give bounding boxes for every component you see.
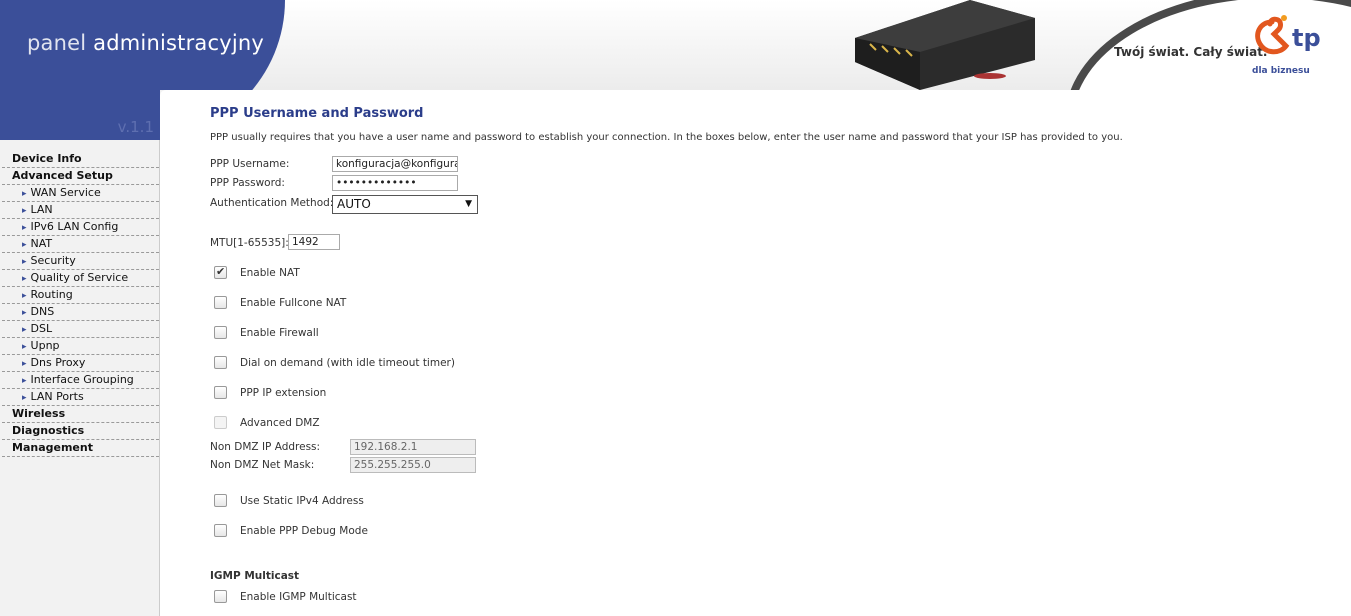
non-dmz-ip-input[interactable]: 192.168.2.1 bbox=[350, 439, 476, 455]
static-ipv4-checkbox[interactable] bbox=[214, 494, 227, 507]
logo-subtitle: dla biznesu bbox=[1252, 66, 1310, 76]
ppp-debug-label: Enable PPP Debug Mode bbox=[240, 525, 368, 537]
brand-panel: panel administracyjny bbox=[0, 0, 285, 90]
advanced-dmz-checkbox[interactable] bbox=[214, 416, 227, 429]
static-ipv4-label: Use Static IPv4 Address bbox=[240, 495, 364, 507]
sidebar-item-lan-ports[interactable]: LAN Ports bbox=[2, 389, 159, 406]
username-label: PPP Username: bbox=[210, 158, 290, 170]
ppp-ip-extension-checkbox[interactable] bbox=[214, 386, 227, 399]
sidebar-item-routing[interactable]: Routing bbox=[2, 287, 159, 304]
non-dmz-mask-label: Non DMZ Net Mask: bbox=[210, 459, 315, 471]
enable-firewall-label: Enable Firewall bbox=[240, 327, 319, 339]
sidebar-item-diagnostics[interactable]: Diagnostics bbox=[2, 423, 159, 440]
auth-method-value: AUTO bbox=[337, 197, 371, 211]
igmp-multicast-label: Enable IGMP Multicast bbox=[240, 591, 357, 603]
enable-fullcone-nat-checkbox[interactable] bbox=[214, 296, 227, 309]
password-label: PPP Password: bbox=[210, 177, 285, 189]
enable-nat-checkbox[interactable] bbox=[214, 265, 227, 279]
sidebar-item-wireless[interactable]: Wireless bbox=[2, 406, 159, 423]
ppp-ip-extension-label: PPP IP extension bbox=[240, 387, 327, 399]
auth-method-label: Authentication Method: bbox=[210, 197, 334, 209]
enable-fullcone-nat-label: Enable Fullcone NAT bbox=[240, 297, 347, 309]
non-dmz-mask-input[interactable]: 255.255.255.0 bbox=[350, 457, 476, 473]
sidebar-item-security[interactable]: Security bbox=[2, 253, 159, 270]
svg-text:tp: tp bbox=[1292, 24, 1321, 52]
mtu-label: MTU[1-65535]: bbox=[210, 237, 289, 249]
sidebar-item-wan-service[interactable]: WAN Service bbox=[2, 185, 159, 202]
mtu-input[interactable]: 1492 bbox=[288, 234, 340, 250]
sidebar-header: v.1.1 bbox=[0, 90, 160, 140]
sidebar-item-dsl[interactable]: DSL bbox=[2, 321, 159, 338]
main-content: PPP Username and Password PPP usually re… bbox=[160, 90, 1351, 616]
header: panel administracyjny Twój świat. Cały ś… bbox=[0, 0, 1351, 90]
non-dmz-ip-label: Non DMZ IP Address: bbox=[210, 441, 321, 453]
username-input[interactable]: konfiguracja@konfiguracja bbox=[332, 156, 458, 172]
advanced-dmz-label: Advanced DMZ bbox=[240, 417, 320, 429]
sidebar-item-device-info[interactable]: Device Info bbox=[2, 151, 159, 168]
enable-firewall-checkbox[interactable] bbox=[214, 326, 227, 339]
sidebar-item-nat[interactable]: NAT bbox=[2, 236, 159, 253]
sidebar-item-upnp[interactable]: Upnp bbox=[2, 338, 159, 355]
igmp-multicast-checkbox[interactable] bbox=[214, 590, 227, 603]
version-label: v.1.1 bbox=[117, 118, 154, 136]
igmp-heading: IGMP Multicast bbox=[210, 570, 300, 582]
dial-on-demand-checkbox[interactable] bbox=[214, 356, 227, 369]
tp-logo-icon: tp bbox=[1255, 15, 1321, 55]
auth-method-select[interactable]: AUTO ▼ bbox=[332, 195, 478, 214]
sidebar-item-quality-of-service[interactable]: Quality of Service bbox=[2, 270, 159, 287]
intro-text: PPP usually requires that you have a use… bbox=[210, 132, 1123, 143]
sidebar-item-dns[interactable]: DNS bbox=[2, 304, 159, 321]
sidebar-item-management[interactable]: Management bbox=[2, 440, 159, 457]
dial-on-demand-label: Dial on demand (with idle timeout timer) bbox=[240, 357, 455, 369]
brand-title: panel administracyjny bbox=[27, 31, 265, 55]
sidebar: Device Info Advanced Setup WAN Service L… bbox=[0, 140, 160, 616]
sidebar-item-ipv6-lan-config[interactable]: IPv6 LAN Config bbox=[2, 219, 159, 236]
sidebar-item-interface-grouping[interactable]: Interface Grouping bbox=[2, 372, 159, 389]
chevron-down-icon: ▼ bbox=[465, 199, 472, 209]
sidebar-item-advanced-setup[interactable]: Advanced Setup bbox=[2, 168, 159, 185]
router-image bbox=[855, 0, 1035, 90]
ppp-debug-checkbox[interactable] bbox=[214, 524, 227, 537]
enable-nat-label: Enable NAT bbox=[240, 267, 300, 279]
sidebar-item-dns-proxy[interactable]: Dns Proxy bbox=[2, 355, 159, 372]
password-input[interactable]: ••••••••••••• bbox=[332, 175, 458, 191]
slogan: Twój świat. Cały świat. bbox=[1114, 45, 1268, 59]
sidebar-item-lan[interactable]: LAN bbox=[2, 202, 159, 219]
page-title: PPP Username and Password bbox=[210, 106, 424, 121]
